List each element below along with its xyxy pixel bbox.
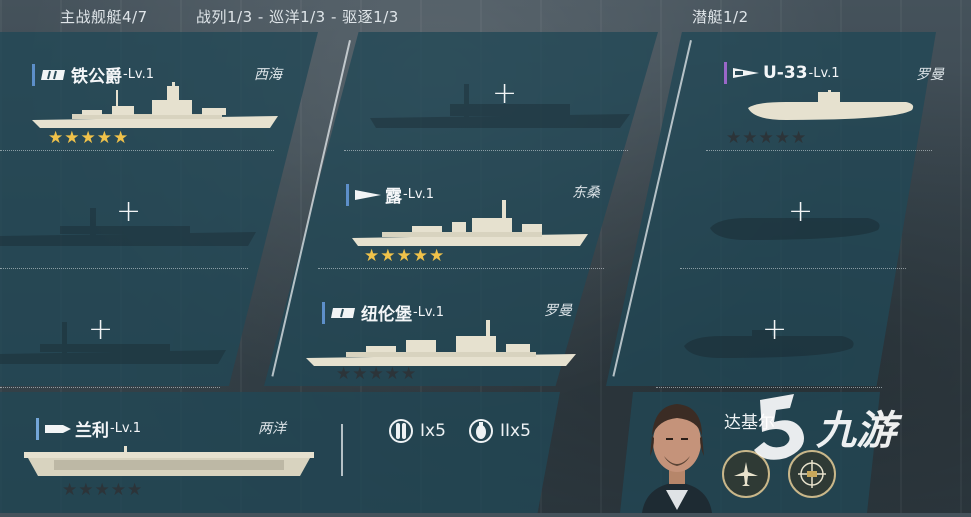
torpedo-ammo-counter: Ix5 — [388, 418, 446, 444]
row-divider — [706, 150, 932, 151]
row-divider — [0, 387, 220, 388]
carrier-class-icon — [45, 424, 71, 433]
add-ship-plus-icon[interactable]: + — [88, 315, 113, 345]
submarine-name-label: U-33 -Lv.1 — [724, 62, 840, 84]
bottom-divider — [341, 424, 343, 476]
destroyer-rarity-stars: ★★★★★ — [364, 246, 446, 266]
ship-region: 两洋 — [258, 421, 286, 437]
watermark-text: 九游 — [816, 408, 896, 454]
class-count-header: 战列1/3 - 巡洋1/3 - 驱逐1/3 — [196, 8, 399, 26]
ship-name-text: 兰利 — [75, 421, 109, 441]
carrier-rarity-stars: ★★★★★ — [62, 480, 144, 500]
cruiser-rarity-stars: ★★★★★ — [336, 364, 418, 384]
cruiser-silhouette — [306, 318, 576, 368]
ship-region: 罗曼 — [544, 303, 572, 319]
main-ship-count-header: 主战舰艇4/7 — [60, 8, 148, 26]
submarine-class-icon — [733, 68, 759, 78]
torpedo-icon — [389, 419, 413, 443]
battleship-rarity-stars: ★★★★★ — [48, 128, 130, 148]
cruiser-class-icon — [331, 307, 355, 318]
row-divider — [0, 268, 248, 269]
add-ship-plus-icon[interactable]: + — [116, 197, 141, 227]
airplane-icon — [734, 462, 758, 486]
bomb-icon — [469, 419, 493, 443]
row-divider — [680, 268, 906, 269]
row-divider — [656, 387, 882, 388]
slot-accent — [36, 417, 39, 440]
watermark-logo-icon — [754, 394, 804, 460]
torpedo-count: Ix5 — [420, 421, 446, 441]
add-ship-plus-icon[interactable]: + — [762, 315, 787, 345]
ship-region: 罗曼 — [916, 67, 944, 83]
bomb-ammo-counter: IIx5 — [468, 418, 531, 444]
ship-level-text: -Lv.1 — [123, 67, 155, 82]
ship-name-text: U-33 — [763, 63, 808, 83]
row-divider — [318, 268, 604, 269]
commander-portrait — [636, 398, 718, 517]
carrier-name-label: 兰利 -Lv.1 — [36, 416, 141, 441]
bomb-count: IIx5 — [500, 421, 531, 441]
submarine-count-header: 潜艇1/2 — [692, 8, 749, 26]
ship-level-text: -Lv.1 — [110, 421, 142, 436]
battleship-class-icon — [41, 69, 65, 80]
add-ship-plus-icon[interactable]: + — [788, 197, 813, 227]
carrier-silhouette — [24, 444, 314, 480]
submarine-silhouette — [746, 90, 916, 126]
ship-level-text: -Lv.1 — [808, 65, 840, 81]
row-divider — [0, 150, 274, 151]
battleship-silhouette — [32, 82, 278, 130]
row-divider — [344, 150, 628, 151]
slot-accent — [724, 62, 727, 84]
add-ship-plus-icon[interactable]: + — [492, 79, 517, 109]
slot-accent — [346, 183, 349, 206]
destroyer-silhouette — [352, 196, 588, 250]
ship-region: 西海 — [254, 67, 282, 83]
site-watermark: 九游 — [750, 392, 896, 462]
crosshair-icon — [798, 460, 826, 488]
submarine-rarity-stars: ★★★★★ — [726, 128, 808, 148]
